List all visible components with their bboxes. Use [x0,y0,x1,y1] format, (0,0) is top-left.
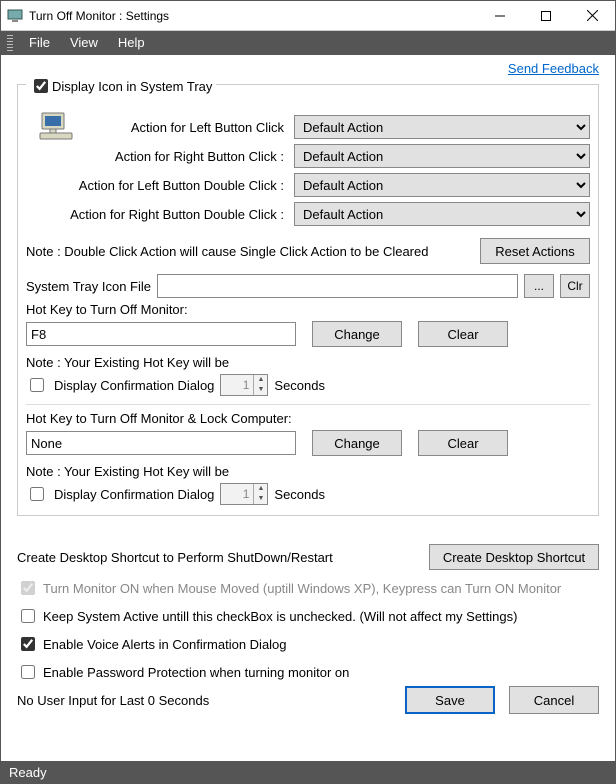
minimize-button[interactable] [477,1,523,31]
hotkey-lock-seconds-input[interactable] [221,484,253,504]
icon-file-input[interactable] [157,274,518,298]
hotkey-lock-seconds-spinner[interactable]: ▲▼ [220,483,268,505]
close-button[interactable] [569,1,615,31]
hotkey-off-input[interactable] [26,322,296,346]
browse-icon-button[interactable]: ... [524,274,554,298]
keep-active-label: Keep System Active untill this checkBox … [43,609,517,624]
hotkey-off-seconds-spinner[interactable]: ▲▼ [220,374,268,396]
left-dblclick-select[interactable]: Default Action [294,173,590,197]
hotkey-off-confirm-checkbox[interactable] [30,378,44,392]
hotkey-off-clear-button[interactable]: Clear [418,321,508,347]
cancel-button[interactable]: Cancel [509,686,599,714]
hotkey-off-change-button[interactable]: Change [312,321,402,347]
send-feedback-link[interactable]: Send Feedback [508,61,599,76]
app-icon [7,8,23,24]
hotkey-lock-seconds-label: Seconds [274,487,325,502]
save-button[interactable]: Save [405,686,495,714]
password-protect-label: Enable Password Protection when turning … [43,665,349,680]
hotkey-lock-input[interactable] [26,431,296,455]
menubar: File View Help [1,31,615,55]
titlebar: Turn Off Monitor : Settings [1,1,615,31]
hotkey-off-confirm-label: Display Confirmation Dialog [54,378,214,393]
maximize-button[interactable] [523,1,569,31]
tray-groupbox: Display Icon in System Tray Action for L… [17,84,599,516]
icon-file-label: System Tray Icon File [26,279,151,294]
menu-file[interactable]: File [19,31,60,55]
right-dblclick-select[interactable]: Default Action [294,202,590,226]
computer-icon [38,111,74,147]
menu-view[interactable]: View [60,31,108,55]
left-dblclick-label: Action for Left Button Double Click : [26,178,288,193]
right-click-select[interactable]: Default Action [294,144,590,168]
spinner-up-icon[interactable]: ▲ [254,484,267,494]
menu-help[interactable]: Help [108,31,155,55]
left-click-select[interactable]: Default Action [294,115,590,139]
display-tray-icon-label: Display Icon in System Tray [52,79,212,94]
hotkey-lock-note: Note : Your Existing Hot Key will be [26,464,590,479]
hotkey-lock-change-button[interactable]: Change [312,430,402,456]
right-dblclick-label: Action for Right Button Double Click : [26,207,288,222]
window-title: Turn Off Monitor : Settings [29,9,169,23]
hotkey-lock-clear-button[interactable]: Clear [418,430,508,456]
idle-info: No User Input for Last 0 Seconds [17,693,391,708]
statusbar: Ready [1,761,615,783]
status-text: Ready [9,765,47,780]
voice-alerts-checkbox[interactable] [21,637,35,651]
keep-active-checkbox[interactable] [21,609,35,623]
spinner-down-icon[interactable]: ▼ [254,385,267,395]
display-tray-icon-checkbox[interactable] [34,79,48,93]
hotkey-off-seconds-label: Seconds [274,378,325,393]
hotkey-lock-confirm-checkbox[interactable] [30,487,44,501]
grip-icon [7,35,13,51]
hotkey-lock-confirm-label: Display Confirmation Dialog [54,487,214,502]
reset-actions-button[interactable]: Reset Actions [480,238,590,264]
spinner-down-icon[interactable]: ▼ [254,494,267,504]
desktop-shortcut-label: Create Desktop Shortcut to Perform ShutD… [17,550,419,565]
hotkey-off-title: Hot Key to Turn Off Monitor: [26,302,590,317]
hotkey-off-seconds-input[interactable] [221,375,253,395]
spinner-up-icon[interactable]: ▲ [254,375,267,385]
password-protect-checkbox[interactable] [21,665,35,679]
hotkey-off-note: Note : Your Existing Hot Key will be [26,355,590,370]
hotkey-lock-title: Hot Key to Turn Off Monitor & Lock Compu… [26,411,590,426]
voice-alerts-label: Enable Voice Alerts in Confirmation Dial… [43,637,287,652]
right-click-label: Action for Right Button Click : [26,149,288,164]
turn-on-mouse-label: Turn Monitor ON when Mouse Moved (uptill… [43,581,561,596]
turn-on-mouse-checkbox [21,581,35,595]
dblclick-note: Note : Double Click Action will cause Si… [26,244,470,259]
clear-icon-button[interactable]: Clr [560,274,590,298]
create-desktop-shortcut-button[interactable]: Create Desktop Shortcut [429,544,599,570]
